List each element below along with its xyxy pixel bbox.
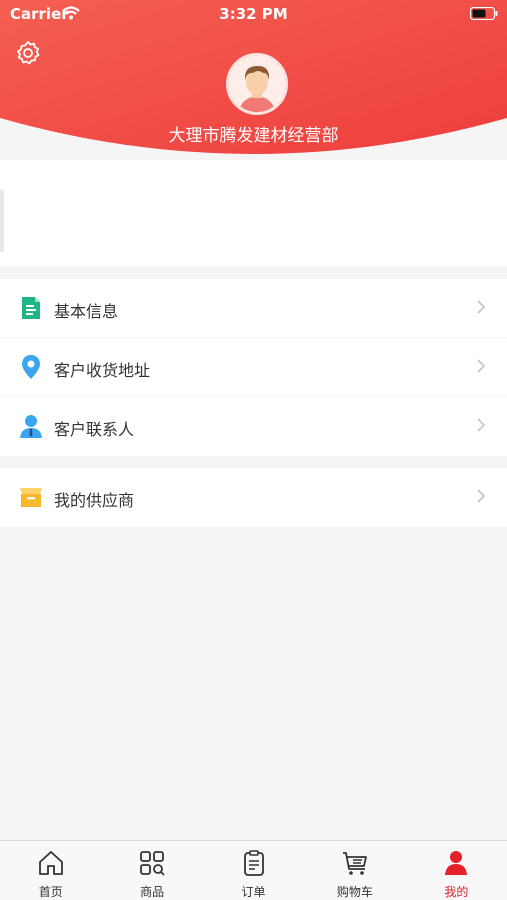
user-icon [445,851,468,875]
cart-icon [342,852,367,875]
settings-gear-icon[interactable] [15,40,41,66]
menu-label-contacts: 客户联系人 [54,420,135,439]
document-icon [22,297,40,319]
clipboard-icon [243,850,264,876]
tab-label-mine: 我的 [444,885,469,899]
menu-label-basic-info: 基本信息 [54,302,119,321]
location-pin-icon [22,355,40,379]
tab-cart[interactable]: 购物车 [304,841,405,900]
status-time: 3:32 PM [219,5,288,23]
menu-item-basic-info[interactable]: 基本信息 [0,279,507,338]
status-bar: Carrier 3:32 PM [0,0,507,28]
menu-label-shipping-address: 客户收货地址 [54,361,151,380]
chevron-right-icon [477,300,486,314]
menu-label-my-suppliers: 我的供应商 [54,491,135,510]
menu-item-shipping-address[interactable]: 客户收货地址 [0,338,507,397]
tab-home[interactable]: 首页 [0,841,101,900]
tab-mine[interactable]: 我的 [406,841,507,900]
supplier-box-icon [20,488,42,507]
profile-header: Carrier 3:32 PM 大理市腾发建材经营部 [0,0,507,160]
tab-label-orders: 订单 [241,885,266,899]
tab-label-home: 首页 [38,885,63,899]
menu-group-customer: 基本信息 客户收货地址 客户联系人 [0,279,507,456]
avatar[interactable] [226,53,288,115]
tab-orders[interactable]: 订单 [203,841,304,900]
battery-icon [470,7,498,20]
chevron-right-icon [477,489,486,503]
tab-products[interactable]: 商品 [101,841,202,900]
chevron-right-icon [477,359,486,373]
company-name: 大理市腾发建材经营部 [168,126,339,146]
tab-label-cart: 购物车 [336,885,373,899]
menu-item-contacts[interactable]: 客户联系人 [0,397,507,456]
menu-item-my-suppliers[interactable]: 我的供应商 [0,468,507,527]
bottom-tab-bar: 首页 商品 订单 购物车 我的 [0,840,507,900]
avatar-face-icon [229,56,285,112]
contact-person-icon [20,415,42,438]
grid-icon [140,851,165,876]
profile-card [0,160,507,266]
menu-group-supplier: 我的供应商 [0,468,507,527]
home-icon [38,851,63,875]
chevron-right-icon [477,418,486,432]
tab-label-products: 商品 [140,885,165,899]
card-edge-divider [0,190,4,252]
